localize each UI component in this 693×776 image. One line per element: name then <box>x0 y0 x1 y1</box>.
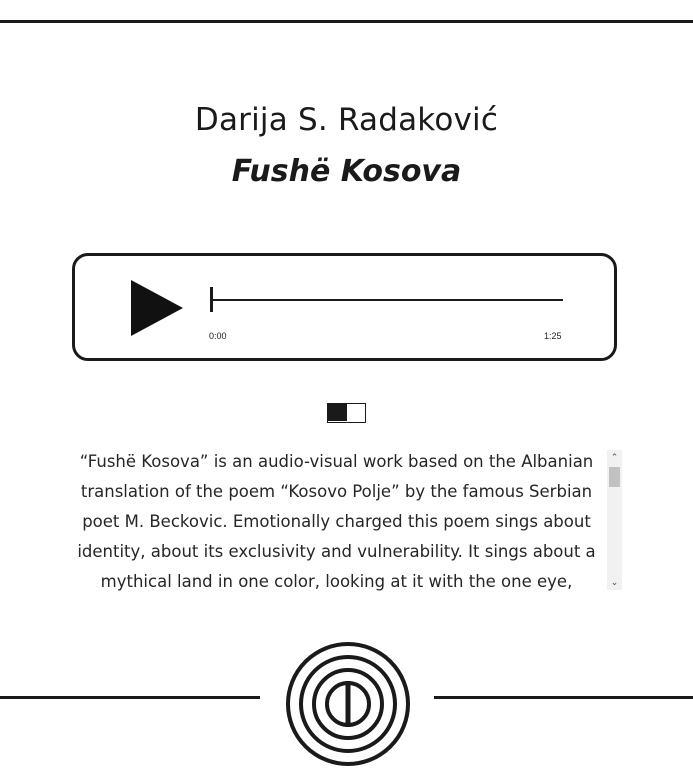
scroll-down-arrow-icon[interactable]: ⌄ <box>607 575 622 590</box>
audio-player: 0:00 1:25 <box>72 253 617 361</box>
play-icon[interactable] <box>131 280 183 336</box>
current-time: 0:00 <box>209 331 227 341</box>
description-scrollbar[interactable]: ⌃ ⌄ <box>607 450 622 590</box>
page: Darija S. Radaković Fushë Kosova 0:00 1:… <box>0 0 693 776</box>
progress-track[interactable] <box>210 299 563 301</box>
concentric-circles-logo-icon[interactable] <box>285 641 411 767</box>
work-title: Fushë Kosova <box>231 154 462 189</box>
scroll-thumb[interactable] <box>609 467 620 487</box>
footer-divider-left <box>0 696 260 699</box>
scroll-up-arrow-icon[interactable]: ⌃ <box>607 450 622 465</box>
top-divider <box>0 20 693 23</box>
description-panel[interactable]: “Fushë Kosova” is an audio-visual work b… <box>70 447 622 593</box>
author-name: Darija S. Radaković <box>194 102 499 138</box>
description-text: “Fushë Kosova” is an audio-visual work b… <box>77 452 596 591</box>
language-toggle[interactable] <box>327 403 366 423</box>
toggle-knob <box>328 404 347 421</box>
total-time: 1:25 <box>544 331 562 341</box>
footer-divider-right <box>434 696 693 699</box>
